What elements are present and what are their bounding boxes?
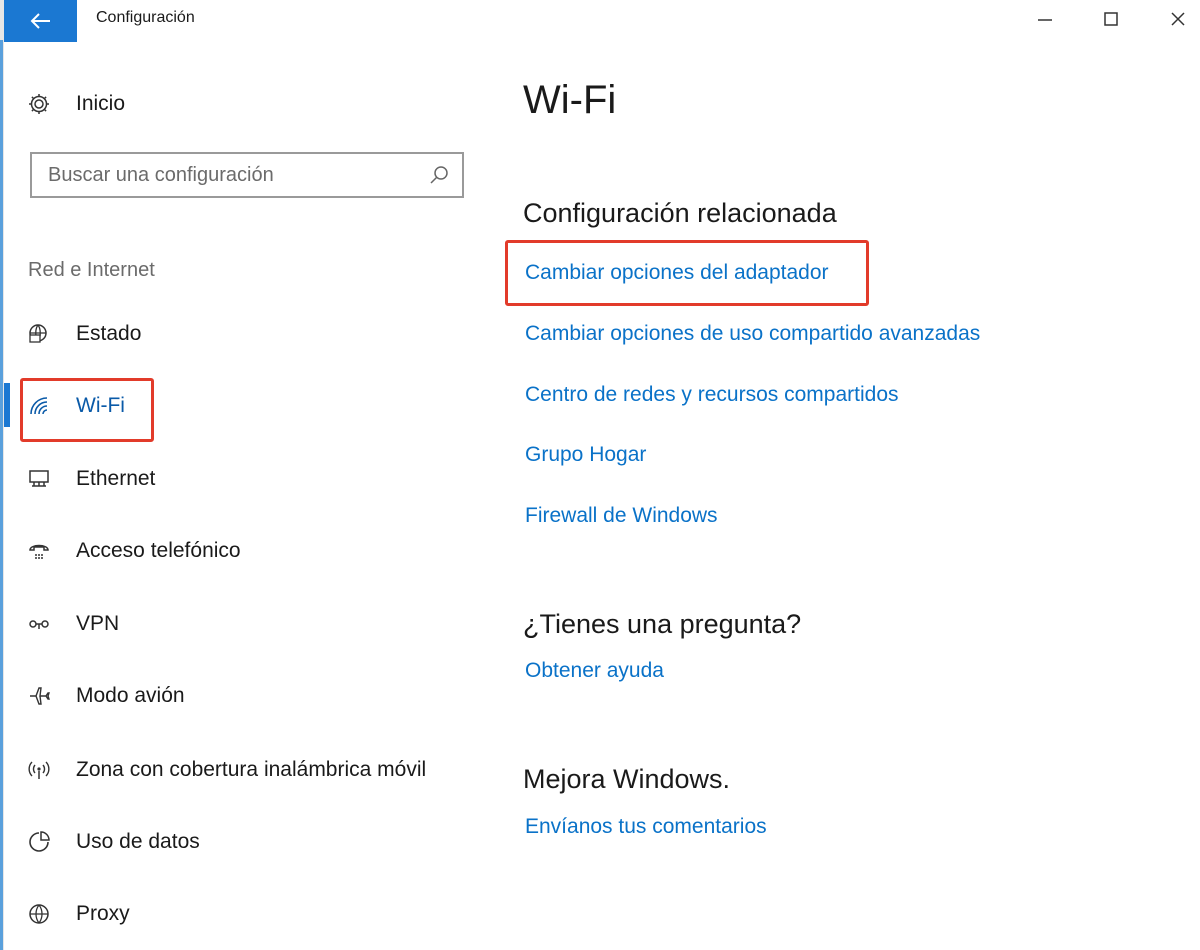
sidebar-item-airplane[interactable]: Modo avión (24, 676, 484, 716)
minimize-icon (1038, 19, 1052, 21)
link-homegroup[interactable]: Grupo Hogar (525, 443, 646, 467)
search-input[interactable] (32, 154, 412, 196)
sidebar-item-label: Ethernet (76, 467, 156, 490)
globe-icon (24, 899, 54, 929)
highlight-box-wifi (20, 378, 154, 442)
window-edge-accent (0, 40, 3, 950)
sidebar-item-label: Modo avión (76, 684, 185, 707)
sidebar-item-estado[interactable]: Estado (24, 314, 484, 354)
window-title: Configuración (96, 9, 195, 26)
active-indicator (4, 383, 10, 427)
sidebar-item-home-label: Inicio (76, 92, 126, 115)
sidebar-item-label: Estado (76, 322, 142, 345)
sidebar-item-ethernet[interactable]: Ethernet (24, 459, 484, 499)
sidebar-item-proxy[interactable]: Proxy (24, 894, 484, 934)
sidebar-item-label: Acceso telefónico (76, 539, 241, 562)
sidebar-item-dialup[interactable]: Acceso telefónico (24, 531, 484, 571)
sidebar-item-hotspot[interactable]: Zona con cobertura inalámbrica móvil (24, 750, 484, 790)
section-label: Red e Internet (28, 259, 155, 281)
sidebar-item-label: VPN (76, 612, 120, 635)
link-get-help[interactable]: Obtener ayuda (525, 659, 664, 683)
sidebar-item-vpn[interactable]: VPN (24, 604, 484, 644)
ethernet-icon (24, 464, 54, 494)
gear-icon (24, 89, 54, 119)
title-bar: Configuración (0, 0, 1200, 42)
search-icon[interactable] (428, 164, 450, 186)
page-title: Wi-Fi (523, 78, 617, 122)
highlight-box-adapter (505, 240, 869, 306)
globe-status-icon (24, 319, 54, 349)
vpn-icon (24, 609, 54, 639)
related-settings-heading: Configuración relacionada (523, 198, 837, 228)
improve-windows-heading: Mejora Windows. (523, 764, 731, 794)
sidebar-item-label: Proxy (76, 902, 130, 925)
sidebar-item-data-usage[interactable]: Uso de datos (24, 822, 484, 862)
search-box[interactable] (30, 152, 464, 198)
airplane-icon (24, 681, 54, 711)
maximize-button[interactable] (1088, 2, 1134, 36)
link-advanced-sharing-options[interactable]: Cambiar opciones de uso compartido avanz… (525, 322, 980, 346)
close-button[interactable] (1155, 2, 1200, 36)
hotspot-icon (24, 755, 54, 785)
dialup-icon (24, 536, 54, 566)
back-arrow-icon (30, 13, 50, 29)
sidebar-item-label: Uso de datos (76, 830, 200, 853)
link-send-feedback[interactable]: Envíanos tus comentarios (525, 815, 767, 839)
back-button[interactable] (4, 0, 77, 42)
close-icon (1171, 12, 1185, 26)
data-usage-icon (24, 827, 54, 857)
sidebar-item-home[interactable]: Inicio (24, 86, 125, 122)
link-network-sharing-center[interactable]: Centro de redes y recursos compartidos (525, 383, 899, 407)
maximize-icon (1104, 12, 1118, 26)
sidebar-item-label: Zona con cobertura inalámbrica móvil (76, 758, 427, 781)
question-heading: ¿Tienes una pregunta? (523, 609, 802, 639)
minimize-button[interactable] (1022, 2, 1068, 36)
link-windows-firewall[interactable]: Firewall de Windows (525, 504, 718, 528)
